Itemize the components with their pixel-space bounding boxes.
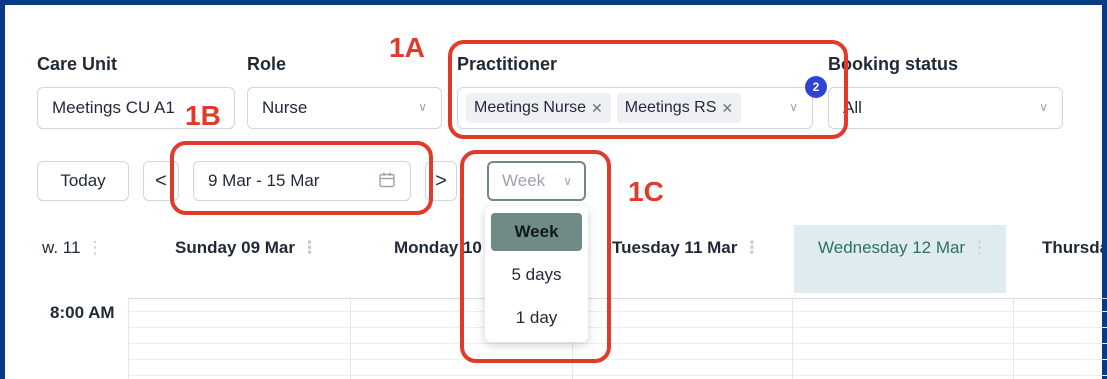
annotation-box-1b: [170, 141, 433, 215]
grid-line: [128, 343, 1107, 344]
day-header[interactable]: Thursday 13 Mar: [1042, 238, 1102, 257]
chevron-down-icon: ∨: [1039, 100, 1048, 114]
grid-line: [128, 359, 1107, 360]
care-unit-label: Care Unit: [37, 54, 118, 74]
grid-line: [128, 375, 1107, 376]
day-header-clip: Thursday 13 Mar: [1042, 238, 1102, 260]
kebab-icon[interactable]: ⋮: [971, 238, 988, 257]
annotation-box-1a: [448, 40, 848, 139]
kebab-icon[interactable]: ⋮: [86, 238, 103, 257]
day-header-today[interactable]: Wednesday 12 Mar ⋮: [818, 238, 988, 258]
role-label: Role: [247, 54, 287, 74]
grid-line: [128, 311, 1107, 312]
annotation-label-1a: 1A: [389, 32, 425, 63]
booking-status-select[interactable]: All ∨: [828, 87, 1063, 129]
today-button[interactable]: Today: [37, 161, 129, 201]
time-slot-label: 8:00 AM: [50, 303, 115, 322]
kebab-icon[interactable]: ⋮: [301, 238, 318, 257]
annotation-label-1b: 1B: [185, 100, 221, 131]
day-header[interactable]: Sunday 09 Mar ⋮: [175, 238, 318, 258]
day-header[interactable]: Tuesday 11 Mar ⋮: [612, 238, 760, 258]
role-select[interactable]: Nurse ∨: [247, 87, 442, 129]
care-unit-value: Meetings CU A1: [52, 98, 175, 117]
annotation-box-1c: [460, 150, 611, 363]
chevron-down-icon: ∨: [418, 100, 427, 114]
grid-line: [128, 327, 1107, 328]
role-value: Nurse: [262, 98, 308, 117]
calendar-grid[interactable]: [128, 298, 1107, 379]
today-column-highlight: [794, 225, 1006, 293]
kebab-icon[interactable]: ⋮: [743, 238, 760, 257]
week-number: w. 11 ⋮: [42, 238, 104, 257]
annotation-label-1c: 1C: [628, 176, 664, 207]
